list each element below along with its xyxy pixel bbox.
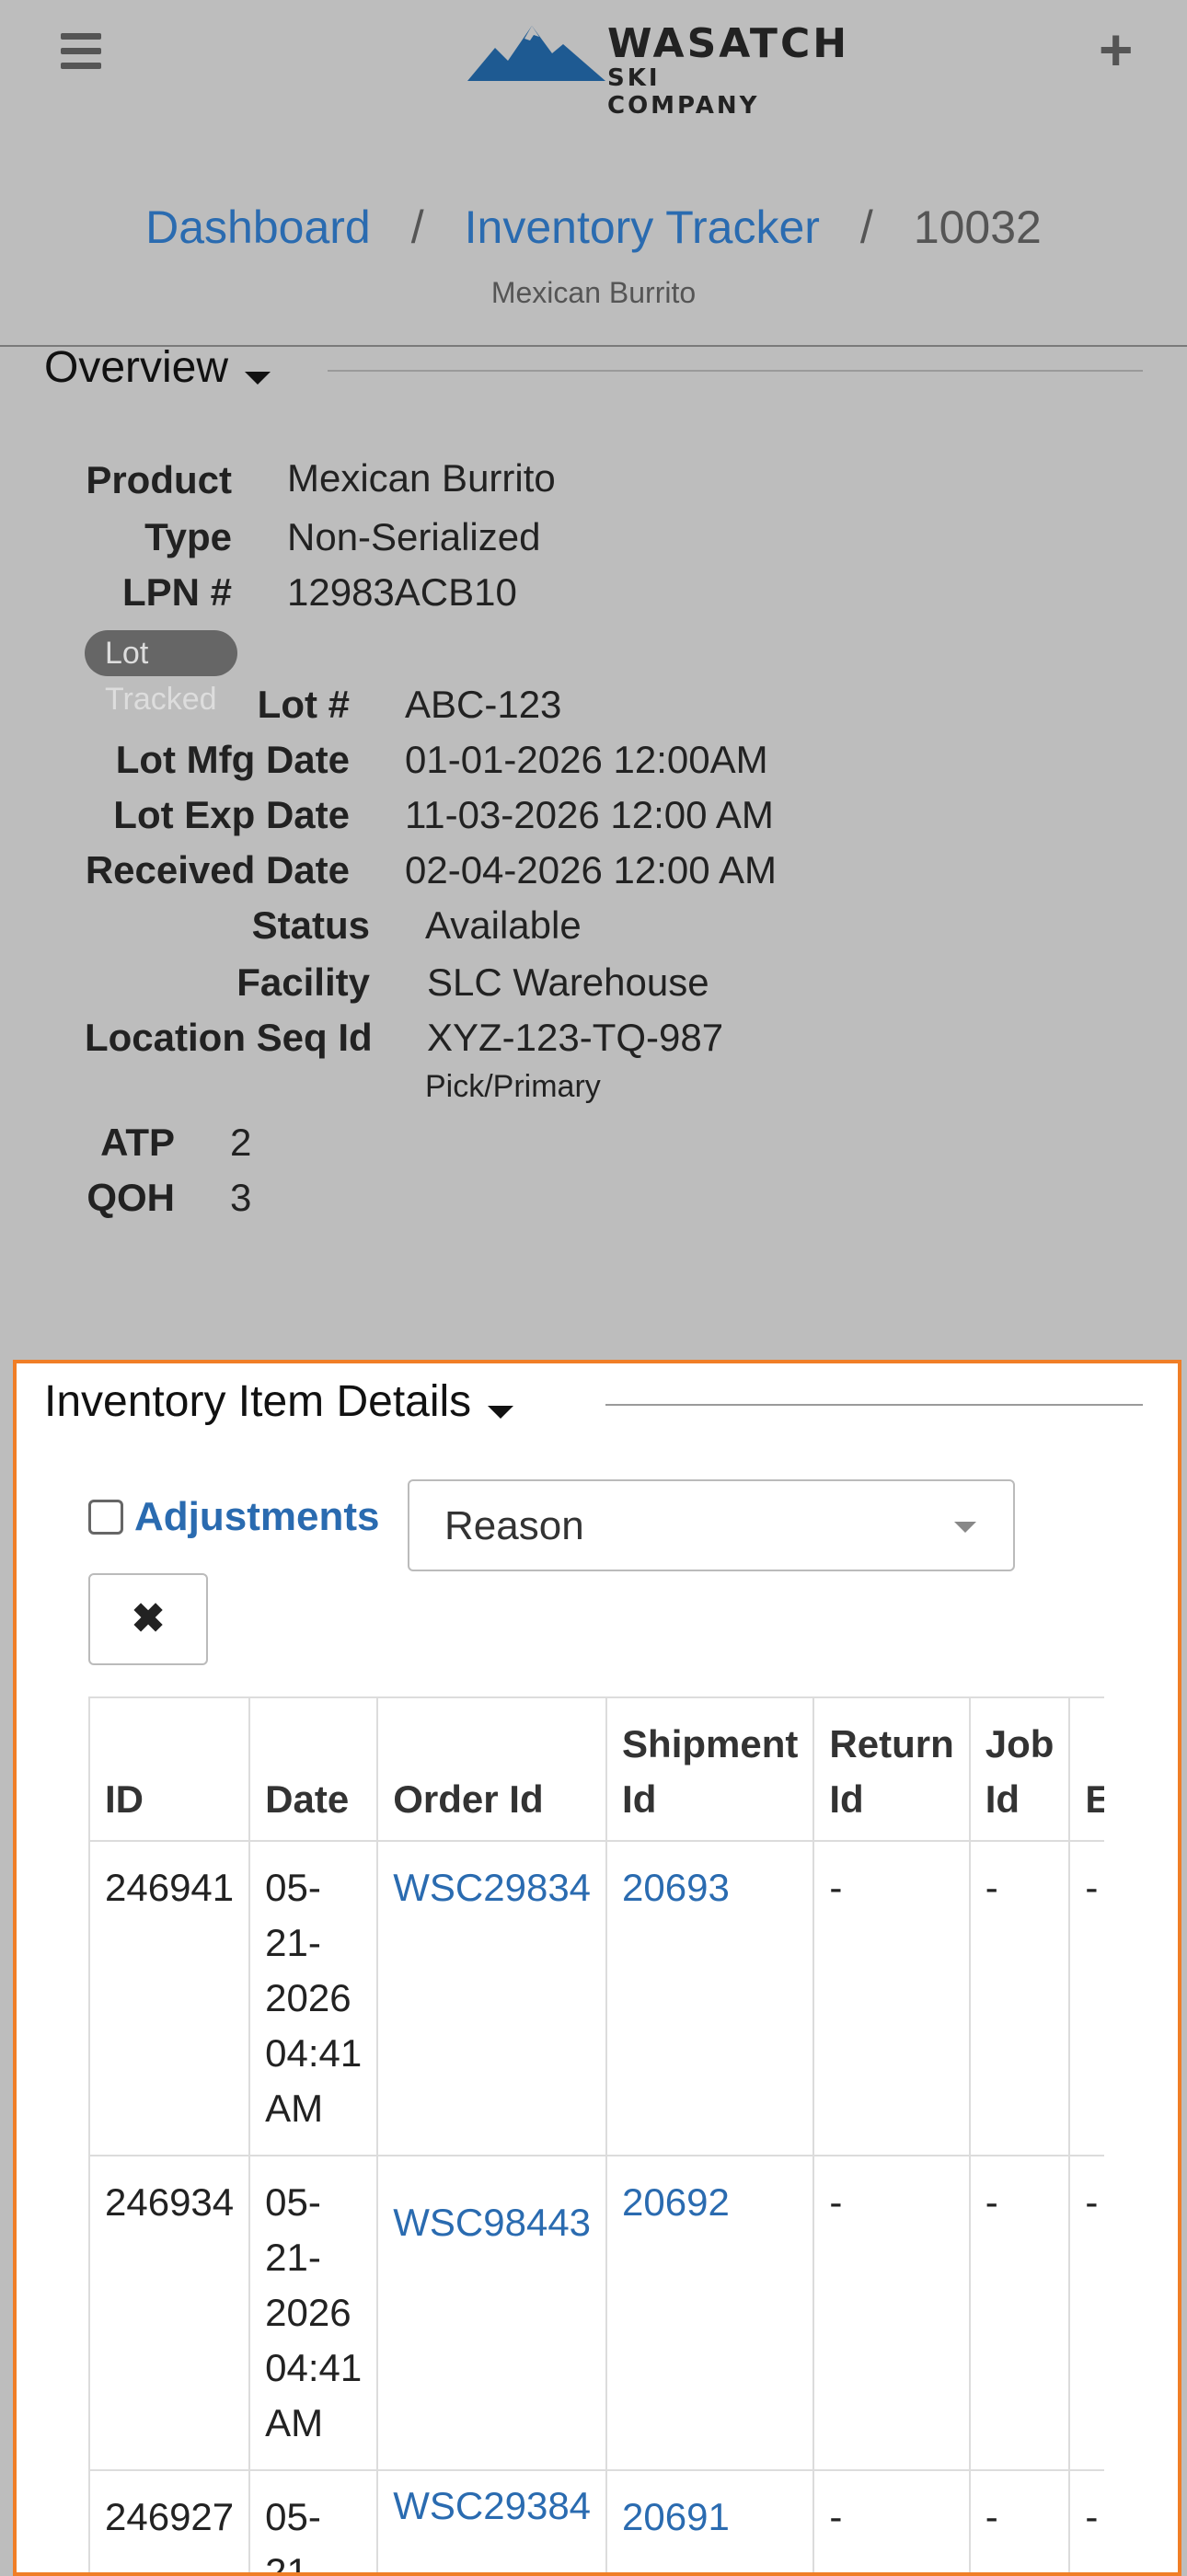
table-header-row: ID Date Order Id Shipment Id Return Id J…: [88, 1696, 1104, 1842]
section-divider: [328, 370, 1143, 372]
adjustments-checkbox[interactable]: [88, 1500, 123, 1535]
hamburger-menu-icon[interactable]: [61, 33, 101, 70]
lot-exp-date-label: Lot Exp Date: [113, 793, 350, 836]
lot-exp-date-value: 11-03-2026 12:00 AM: [405, 793, 774, 836]
mountain-logo-icon: [467, 26, 605, 81]
location-seq-id-link[interactable]: XYZ-123-TQ-987: [427, 1016, 723, 1060]
return-id-cell: -: [812, 2469, 971, 2572]
atp-value: 2: [230, 1121, 252, 1164]
job-id-cell: -: [968, 2469, 1071, 2572]
brand-logo[interactable]: WASATCH SKI COMPANY: [467, 17, 847, 120]
lot-mfg-date-label: Lot Mfg Date: [115, 738, 350, 781]
table-row: 246941 05-21-2026 04:41 AM WSC29834 2069…: [88, 1840, 1104, 2156]
status-label: Status: [251, 903, 370, 947]
breadcrumb-separator: /: [410, 201, 424, 253]
location-seq-id-label: Location Seq Id: [85, 1016, 373, 1059]
received-date-value: 02-04-2026 12:00 AM: [405, 848, 777, 891]
shipment-id-link[interactable]: 20692: [605, 2155, 815, 2471]
lpn-label: LPN #: [121, 570, 232, 614]
inventory-item-details-panel: Inventory Item Details Adjustments Reaso…: [13, 1360, 1181, 2576]
date-cell: 05-21-: [248, 2469, 379, 2572]
type-value: Non-Serialized: [287, 515, 541, 558]
column-header[interactable]: Date: [248, 1696, 379, 1842]
received-date-label: Received Date: [85, 848, 350, 891]
column-header[interactable]: Order Id: [376, 1696, 608, 1842]
id-cell: 246927: [88, 2469, 251, 2572]
column-header[interactable]: Return Id: [812, 1696, 971, 1842]
inventory-table-container[interactable]: ID Date Order Id Shipment Id Return Id J…: [88, 1696, 1104, 2572]
lot-label: Lot #: [257, 683, 350, 726]
breadcrumb: Dashboard / Inventory Tracker / 10032: [0, 201, 1187, 254]
adjustments-label[interactable]: Adjustments: [134, 1494, 379, 1540]
breadcrumb-dashboard-link[interactable]: Dashboard: [145, 201, 371, 253]
breadcrumb-inventory-tracker-link[interactable]: Inventory Tracker: [465, 201, 820, 253]
column-header[interactable]: Ev: [1068, 1696, 1104, 1842]
overview-section-header[interactable]: Overview: [44, 342, 1143, 397]
order-id-link[interactable]: WSC29834: [376, 1840, 608, 2156]
column-header[interactable]: Job Id: [968, 1696, 1071, 1842]
reason-select-value: Reason: [444, 1503, 584, 1548]
facility-link[interactable]: SLC Warehouse: [427, 960, 709, 1005]
product-label: Product: [86, 458, 232, 501]
page-subtitle: Mexican Burrito: [490, 276, 697, 309]
table-row: 246934 05-21-2026 04:41 AM WSC98443 2069…: [88, 2155, 1104, 2471]
shipment-id-link[interactable]: 20691: [605, 2469, 815, 2572]
date-cell: 05-21-2026 04:41 AM: [248, 2155, 379, 2471]
reason-select[interactable]: Reason: [408, 1479, 1015, 1571]
lot-link[interactable]: ABC-123: [405, 683, 561, 727]
lpn-value: 12983ACB10: [287, 570, 517, 614]
column-header[interactable]: ID: [88, 1696, 251, 1842]
id-cell: 246941: [88, 1840, 251, 2156]
status-value: Available: [425, 903, 582, 947]
chevron-down-icon: [954, 1522, 976, 1533]
job-id-cell: -: [968, 2155, 1071, 2471]
qoh-value: 3: [230, 1176, 252, 1219]
plus-icon[interactable]: +: [1099, 20, 1133, 79]
table-row: 246927 05-21- WSC29384 20691 - - -: [88, 2469, 1104, 2572]
clear-filter-button[interactable]: ✖: [88, 1573, 208, 1665]
return-id-cell: -: [812, 2155, 971, 2471]
id-cell: 246934: [88, 2155, 251, 2471]
event-cell: -: [1068, 2155, 1104, 2471]
job-id-cell: -: [968, 1840, 1071, 2156]
lot-mfg-date-value: 01-01-2026 12:00AM: [405, 738, 768, 781]
inventory-table: ID Date Order Id Shipment Id Return Id J…: [88, 1696, 1104, 2572]
caret-down-icon[interactable]: [245, 371, 271, 385]
location-type-note: Pick/Primary: [425, 1069, 601, 1104]
close-icon: ✖: [131, 1596, 166, 1641]
brand-tagline: SKI COMPANY: [607, 64, 760, 120]
lot-tracked-badge: Lot Tracked: [85, 630, 237, 717]
qoh-label: QOH: [86, 1176, 175, 1219]
type-label: Type: [144, 515, 232, 558]
top-bar: WASATCH SKI COMPANY +: [0, 0, 1187, 120]
breadcrumb-separator: /: [859, 201, 873, 253]
order-id-link[interactable]: WSC29384: [376, 2469, 608, 2572]
section-divider: [605, 1404, 1143, 1406]
order-id-link[interactable]: WSC98443: [376, 2155, 608, 2471]
overview-title: Overview: [44, 343, 229, 392]
product-link[interactable]: Mexican Burrito: [287, 456, 556, 500]
atp-label: ATP: [100, 1121, 175, 1164]
breadcrumb-current: 10032: [913, 201, 1042, 253]
caret-down-icon[interactable]: [488, 1405, 514, 1419]
shipment-id-link[interactable]: 20693: [605, 1840, 815, 2156]
facility-label: Facility: [236, 960, 370, 1004]
date-cell: 05-21-2026 04:41 AM: [248, 1840, 379, 2156]
event-cell: -: [1068, 2469, 1104, 2572]
brand-name: WASATCH: [607, 20, 850, 67]
event-cell: -: [1068, 1840, 1104, 2156]
inventory-title: Inventory Item Details: [44, 1377, 472, 1426]
column-header[interactable]: Shipment Id: [605, 1696, 815, 1842]
return-id-cell: -: [812, 1840, 971, 2156]
inventory-section-header[interactable]: Inventory Item Details: [44, 1376, 1143, 1432]
